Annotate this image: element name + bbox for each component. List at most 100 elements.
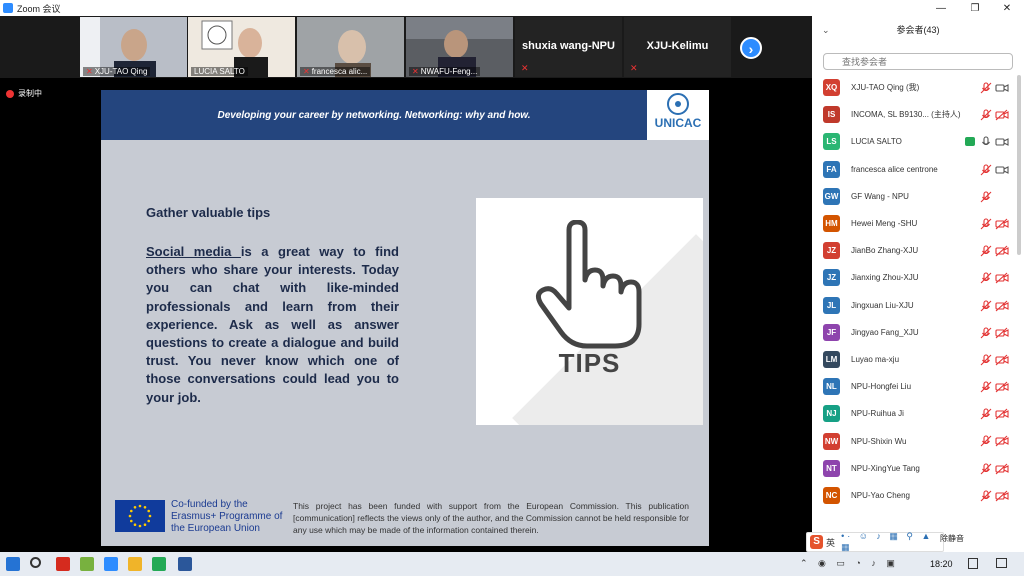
zoom-app-icon [3, 3, 13, 13]
mic-muted-icon[interactable] [980, 82, 992, 94]
mic-muted-icon[interactable] [980, 408, 992, 420]
video-tile[interactable]: ✕ XJU-TAO Qing [80, 17, 187, 77]
close-icon[interactable]: ✕ [990, 0, 1024, 16]
avatar: JZ [823, 242, 840, 260]
mic-muted-icon[interactable] [980, 463, 992, 475]
participant-name: NPU-XingYue Tang [851, 463, 920, 473]
maximize-icon[interactable]: ❐ [958, 0, 992, 16]
participant-row[interactable]: IS INCOMA, SL B9130... (主持人) [812, 101, 1017, 128]
participant-row[interactable]: HM Hewei Meng -SHU [812, 210, 1017, 237]
minimize-icon[interactable]: — [924, 0, 958, 16]
name-tile-label: XJU-Kelimu [646, 40, 709, 52]
video-off-icon[interactable] [995, 245, 1009, 257]
ime-tools-icon[interactable]: •· ☺ ♪ ▦ ⚲ ▲ ▦ [841, 531, 943, 553]
participant-name: NPU-Ruihua Ji [851, 409, 904, 419]
avatar: LS [823, 133, 840, 151]
participant-row[interactable]: JZ JianBo Zhang-XJU [812, 237, 1017, 264]
video-icon[interactable] [995, 164, 1009, 176]
video-tile-name: francesca alic... [311, 67, 368, 76]
participants-panel: ⌄ 参会者(43) XQ XJU-TAO Qing (我) IS INCOMA, SL… [812, 16, 1024, 552]
mic-muted-icon[interactable] [980, 299, 992, 312]
folder-icon[interactable] [128, 557, 142, 571]
video-tile[interactable]: LUCIA SALTO [188, 17, 295, 77]
word-icon[interactable] [178, 557, 192, 571]
app-icon[interactable] [80, 557, 94, 571]
video-tile[interactable]: ✕ NWAFU-Feng... [406, 17, 513, 77]
windows-start-icon[interactable] [6, 557, 20, 571]
participant-name: JianBo Zhang-XJU [851, 246, 919, 256]
participant-row[interactable]: NW NPU-Shixin Wu [812, 427, 1017, 454]
slide-subtitle: Gather valuable tips [146, 205, 271, 220]
participant-row[interactable]: NJ NPU-Ruihua Ji [812, 400, 1017, 427]
video-icon[interactable] [995, 136, 1009, 148]
video-off-icon[interactable] [995, 109, 1009, 121]
mute-all-button[interactable]: 除静音 [940, 532, 964, 546]
video-off-icon[interactable] [995, 354, 1009, 366]
mic-muted-icon[interactable] [980, 354, 992, 366]
zoom-taskbar-icon[interactable] [104, 557, 118, 571]
name-tile[interactable]: shuxia wang-NPU ✕ [515, 17, 622, 77]
mic-muted-icon[interactable] [980, 245, 992, 257]
video-off-icon[interactable] [995, 490, 1009, 502]
mic-muted-icon[interactable] [980, 272, 992, 284]
mic-muted-icon[interactable] [980, 435, 992, 447]
video-off-icon[interactable] [995, 408, 1009, 420]
video-off-icon[interactable] [995, 327, 1009, 339]
panel-scrollbar[interactable] [1017, 75, 1021, 255]
avatar: NL [823, 378, 840, 396]
mic-muted-icon[interactable] [980, 381, 992, 393]
mic-muted-icon[interactable] [980, 327, 992, 339]
participant-row[interactable]: JF Jingyao Fang_XJU [812, 319, 1017, 346]
eu-flag-icon [115, 500, 165, 532]
ime-lang[interactable]: 英 [826, 536, 835, 549]
name-tile-label: shuxia wang-NPU [522, 40, 615, 52]
participant-row[interactable]: XQ XJU-TAO Qing (我) [812, 74, 1017, 101]
video-off-icon[interactable] [995, 218, 1009, 230]
participant-row[interactable]: LM Luyao ma-xju [812, 346, 1017, 373]
app-icon[interactable] [152, 557, 166, 571]
search-icon[interactable] [30, 557, 41, 568]
participant-row[interactable]: NT NPU-XingYue Tang [812, 455, 1017, 482]
slide-body: Social media is a great way to find othe… [146, 243, 399, 407]
participant-row[interactable]: GW GF Wang - NPU [812, 183, 1017, 210]
participant-row[interactable]: LS LUCIA SALTO [812, 128, 1017, 155]
participant-list: XQ XJU-TAO Qing (我) IS INCOMA, SL B9130... … [812, 74, 1017, 509]
video-off-icon[interactable] [995, 300, 1009, 312]
participant-row[interactable]: JZ Jianxing Zhou-XJU [812, 264, 1017, 291]
ime-toolbar[interactable]: S 英 •· ☺ ♪ ▦ ⚲ ▲ ▦ [806, 531, 944, 553]
video-off-icon[interactable] [995, 381, 1009, 393]
video-off-icon[interactable] [995, 463, 1009, 475]
chevron-right-icon[interactable]: › [740, 37, 762, 59]
window-titlebar: Zoom 会议 — ❐ ✕ [0, 0, 1024, 16]
pointing-hand-icon [535, 220, 642, 349]
participant-name: NPU-Shixin Wu [851, 436, 907, 446]
participant-name: GF Wang - NPU [851, 191, 909, 201]
app-icon[interactable] [56, 557, 70, 571]
video-tile[interactable]: ✕ francesca alic... [297, 17, 404, 77]
video-tile-name: XJU-TAO Qing [94, 67, 148, 76]
globe-icon [667, 93, 689, 115]
participant-search-input[interactable] [823, 53, 1013, 70]
mic-muted-icon[interactable] [980, 490, 992, 502]
participant-row[interactable]: NL NPU-Hongfei Liu [812, 373, 1017, 400]
video-off-icon[interactable] [995, 435, 1009, 447]
chevron-down-icon[interactable]: ⌄ [822, 16, 830, 44]
video-off-icon[interactable] [995, 272, 1009, 284]
notes-icon[interactable] [968, 558, 978, 569]
name-tile[interactable]: XJU-Kelimu ✕ [624, 17, 731, 77]
participant-row[interactable]: FA francesca alice centrone [812, 156, 1017, 183]
mic-muted-icon[interactable] [980, 109, 992, 121]
mic-muted-icon[interactable] [980, 164, 992, 176]
mic-muted-icon: ✕ [86, 67, 93, 76]
record-icon [6, 89, 14, 98]
disclaimer-text: This project has been funded with suppor… [293, 501, 689, 535]
mic-muted-icon[interactable] [980, 218, 992, 230]
video-icon[interactable] [995, 82, 1009, 94]
panel-title: 参会者(43) [896, 25, 940, 35]
mic-icon[interactable] [980, 136, 992, 148]
participant-row[interactable]: JL Jingxuan Liu-XJU [812, 292, 1017, 319]
tray-icons[interactable]: ⌃ ◉ ▭ ◔ ♪ ▣ [800, 558, 899, 569]
mic-muted-icon[interactable] [980, 191, 992, 203]
participant-row[interactable]: NC NPU-Yao Cheng [812, 482, 1017, 509]
notification-icon[interactable] [996, 558, 1007, 568]
